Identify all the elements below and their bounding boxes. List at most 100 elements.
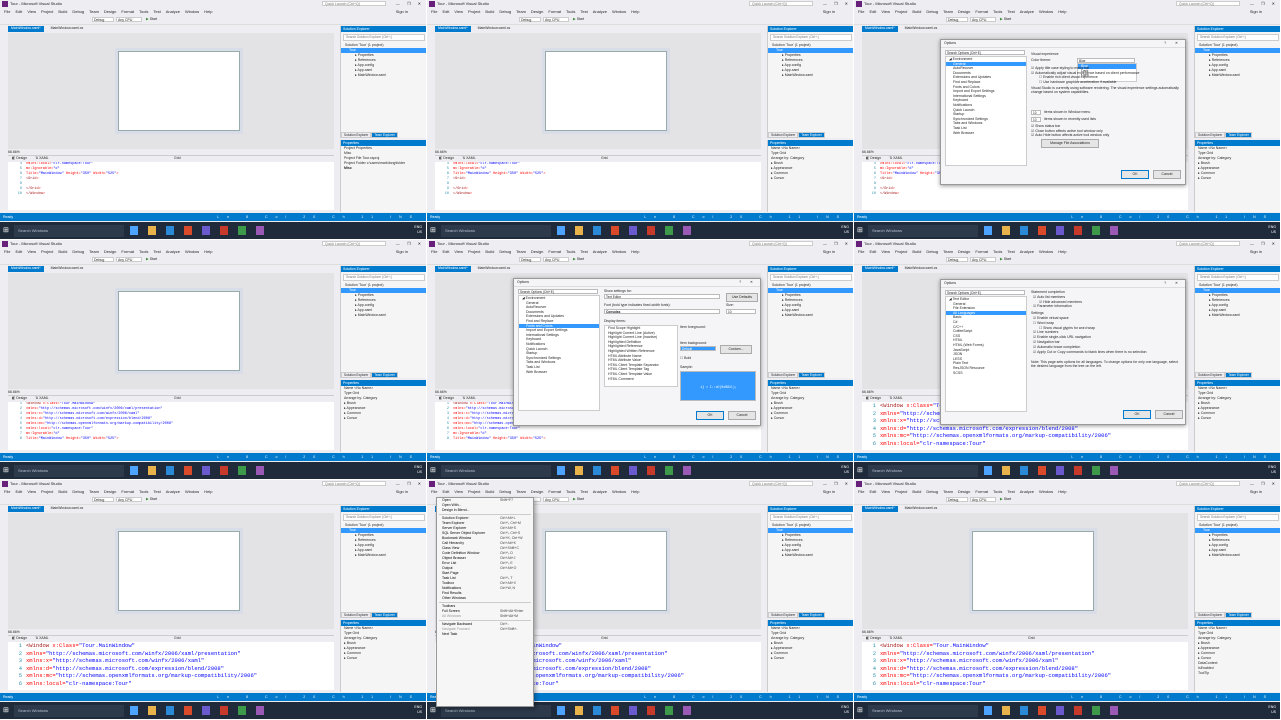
menu-edit[interactable]: Edit xyxy=(15,9,22,16)
window-items-input[interactable]: 10 xyxy=(1031,110,1041,115)
menu-view[interactable]: View xyxy=(27,9,36,16)
menu-edit[interactable]: Edit xyxy=(442,9,449,16)
taskbar-app-icon[interactable] xyxy=(1020,466,1028,475)
taskbar-app-icon[interactable] xyxy=(166,706,174,715)
category-cursor[interactable]: ▸ Cursor xyxy=(341,656,426,661)
menu-file[interactable]: File xyxy=(431,249,437,256)
xaml-editor[interactable]: 1 <Window x:Class="Tour.MainWindow" 2 xmlns… xyxy=(8,642,334,690)
quick-launch-input[interactable]: Quick Launch (Ctrl+Q) xyxy=(322,481,386,486)
solution-search-input[interactable]: Search Solution Explorer (Ctrl+;) xyxy=(1197,34,1279,41)
menu-tools[interactable]: Tools xyxy=(139,489,148,496)
menu-format[interactable]: Format xyxy=(548,489,561,496)
taskbar-app-icon[interactable] xyxy=(984,466,992,475)
menu-team[interactable]: Team xyxy=(89,9,99,16)
menu-project[interactable]: Project xyxy=(895,249,907,256)
taskbar-app-icon[interactable] xyxy=(202,466,210,475)
start-button[interactable]: Start xyxy=(573,17,584,21)
quick-launch-input[interactable]: Quick Launch (Ctrl+Q) xyxy=(1176,481,1240,486)
start-button[interactable]: Start xyxy=(1000,257,1011,261)
menu-project[interactable]: Project xyxy=(41,9,53,16)
menu-design[interactable]: Design xyxy=(104,489,116,496)
taskbar-app-icon[interactable] xyxy=(1020,226,1028,235)
platform-combo[interactable]: Any CPU xyxy=(543,17,569,22)
custom-button[interactable]: Custom... xyxy=(720,345,752,354)
menu-project[interactable]: Project xyxy=(468,489,480,496)
taskbar-app-icon[interactable] xyxy=(1092,226,1100,235)
menu-help[interactable]: Help xyxy=(631,489,639,496)
start-button[interactable]: Start xyxy=(146,497,157,501)
solution-item-7[interactable]: ▸ MainWindow.xaml xyxy=(768,73,853,78)
taskbar-app-icon[interactable] xyxy=(683,466,691,475)
panel-tab-2[interactable]: Team Explorer xyxy=(371,612,398,618)
taskbar-app-icon[interactable] xyxy=(130,466,138,475)
taskbar-app-icon[interactable] xyxy=(184,466,192,475)
menu-file[interactable]: File xyxy=(4,9,10,16)
taskbar-app-icon[interactable] xyxy=(575,466,583,475)
taskbar-search[interactable]: Search Windows xyxy=(441,465,551,477)
xaml-tab[interactable]: ⇅ XAML xyxy=(462,396,475,400)
grid-breadcrumb[interactable]: Grid xyxy=(174,396,181,400)
menu-test[interactable]: Test xyxy=(1007,489,1014,496)
taskbar-app-icon[interactable] xyxy=(220,706,228,715)
designer-window[interactable] xyxy=(545,531,667,611)
solution-item-7[interactable]: ▸ MainWindow.xaml xyxy=(1195,73,1280,78)
taskbar-app-icon[interactable] xyxy=(611,466,619,475)
platform-combo[interactable]: Any CPU xyxy=(543,257,569,262)
menu-window[interactable]: Window xyxy=(185,9,199,16)
config-combo[interactable]: Debug xyxy=(92,257,114,262)
sign-in-link[interactable]: Sign in xyxy=(1250,489,1262,494)
sign-in-link[interactable]: Sign in xyxy=(823,9,835,14)
taskbar-app-icon[interactable] xyxy=(1074,226,1082,235)
taskbar-app-icon[interactable] xyxy=(665,706,673,715)
panel-tab-1[interactable]: Solution Explorer xyxy=(768,372,799,378)
tree-item[interactable]: Web Browser xyxy=(946,131,1026,136)
doc-tab-2[interactable]: MainWindow.xaml.cs xyxy=(475,266,514,272)
window-controls[interactable]: — ❐ ✕ xyxy=(1250,481,1278,486)
taskbar-app-icon[interactable] xyxy=(148,706,156,715)
side-tool-tabs[interactable] xyxy=(854,26,860,212)
font-select[interactable]: Consolas xyxy=(604,309,720,314)
design-tab[interactable]: ◧ Design xyxy=(866,636,881,640)
config-combo[interactable]: Debug xyxy=(92,17,114,22)
manage-file-assoc-button[interactable]: Manage File Associations xyxy=(1041,139,1099,148)
side-tool-tabs[interactable] xyxy=(854,506,860,692)
menu-help[interactable]: Help xyxy=(1058,489,1066,496)
xaml-designer[interactable] xyxy=(8,33,334,149)
menu-team[interactable]: Team xyxy=(516,9,526,16)
windows-start-icon[interactable]: ⊞ xyxy=(430,227,438,235)
side-tool-tabs[interactable] xyxy=(854,266,860,452)
menu-window[interactable]: Window xyxy=(1039,9,1053,16)
taskbar-search[interactable]: Search Windows xyxy=(14,225,124,237)
menu-format[interactable]: Format xyxy=(121,9,134,16)
menu-tools[interactable]: Tools xyxy=(566,489,575,496)
menu-file[interactable]: File xyxy=(858,9,864,16)
menu-team[interactable]: Team xyxy=(943,489,953,496)
menu-team[interactable]: Team xyxy=(943,249,953,256)
menu-team[interactable]: Team xyxy=(516,489,526,496)
doc-tab-2[interactable]: MainWindow.xaml.cs xyxy=(902,266,941,272)
ok-button[interactable]: OK xyxy=(1121,170,1149,179)
grid-breadcrumb[interactable]: Grid xyxy=(601,636,608,640)
solution-item-7[interactable]: ▸ MainWindow.xaml xyxy=(768,313,853,318)
solution-item-7[interactable]: ▸ MainWindow.xaml xyxy=(341,553,426,558)
doc-tab-1[interactable]: MainWindow.xaml* xyxy=(8,26,44,32)
solution-search-input[interactable]: Search Solution Explorer (Ctrl+;) xyxy=(343,514,425,521)
category-cursor[interactable]: ▸ Cursor xyxy=(341,416,426,421)
grid-breadcrumb[interactable]: Grid xyxy=(174,156,181,160)
platform-combo[interactable]: Any CPU xyxy=(116,257,142,262)
taskbar-app-icon[interactable] xyxy=(148,466,156,475)
taskbar-app-icon[interactable] xyxy=(647,226,655,235)
category-cursor[interactable]: ▸ Cursor xyxy=(1195,176,1280,181)
taskbar-app-icon[interactable] xyxy=(238,466,246,475)
taskbar-search[interactable]: Search Windows xyxy=(868,705,978,717)
window-controls[interactable]: — ❐ ✕ xyxy=(396,241,424,246)
taskbar-app-icon[interactable] xyxy=(1002,466,1010,475)
menu-window[interactable]: Window xyxy=(612,249,626,256)
size-select[interactable]: 10 xyxy=(726,309,756,314)
taskbar-app-icon[interactable] xyxy=(238,226,246,235)
ok-button[interactable]: OK xyxy=(1123,410,1151,419)
view-menu-item[interactable]: Next Task xyxy=(437,632,533,637)
menu-view[interactable]: View xyxy=(454,249,463,256)
design-tab[interactable]: ◧ Design xyxy=(12,396,27,400)
quick-launch-input[interactable]: Quick Launch (Ctrl+Q) xyxy=(322,1,386,6)
